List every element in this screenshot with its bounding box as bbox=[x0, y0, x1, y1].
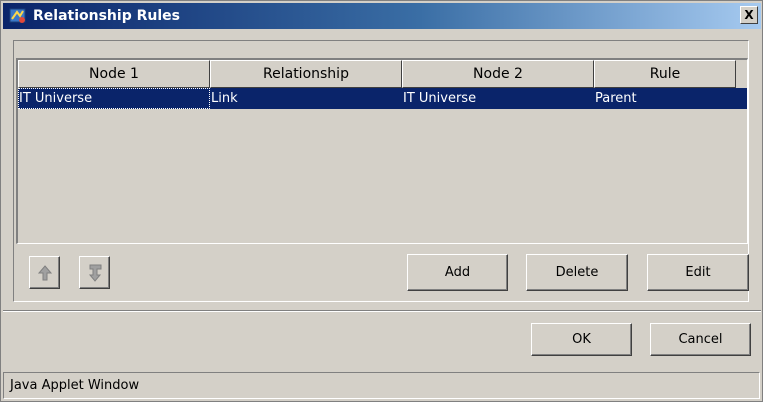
rules-table[interactable]: Node 1 Relationship Node 2 Rule IT Unive… bbox=[16, 58, 748, 244]
column-header-rule[interactable]: Rule bbox=[594, 60, 736, 88]
close-icon: X bbox=[744, 8, 754, 22]
relationship-rules-dialog: Relationship Rules X Node 1 Relationship… bbox=[0, 0, 763, 402]
table-header: Node 1 Relationship Node 2 Rule bbox=[18, 60, 747, 88]
cell-relationship[interactable]: Link bbox=[210, 88, 402, 109]
cancel-button[interactable]: Cancel bbox=[650, 323, 751, 356]
cell-node1[interactable]: IT Universe bbox=[18, 88, 210, 109]
cell-node2[interactable]: IT Universe bbox=[402, 88, 594, 109]
column-header-relationship[interactable]: Relationship bbox=[210, 60, 402, 88]
delete-button[interactable]: Delete bbox=[526, 254, 628, 291]
java-app-icon bbox=[9, 7, 27, 25]
add-button[interactable]: Add bbox=[407, 254, 508, 291]
column-header-node2[interactable]: Node 2 bbox=[402, 60, 594, 88]
edit-button[interactable]: Edit bbox=[647, 254, 749, 291]
close-button[interactable]: X bbox=[740, 6, 758, 24]
title-bar[interactable]: Relationship Rules X bbox=[3, 3, 761, 29]
cell-rule[interactable]: Parent bbox=[594, 88, 736, 109]
table-row[interactable]: IT Universe Link IT Universe Parent bbox=[18, 88, 747, 109]
move-down-button[interactable] bbox=[79, 256, 110, 289]
up-arrow-icon bbox=[37, 264, 52, 281]
window-title: Relationship Rules bbox=[33, 8, 180, 24]
down-turn-arrow-icon bbox=[87, 264, 103, 282]
column-header-node1[interactable]: Node 1 bbox=[18, 60, 210, 88]
move-up-button[interactable] bbox=[29, 256, 60, 289]
status-bar: Java Applet Window bbox=[3, 372, 760, 399]
ok-button[interactable]: OK bbox=[531, 323, 632, 356]
separator bbox=[3, 310, 761, 312]
